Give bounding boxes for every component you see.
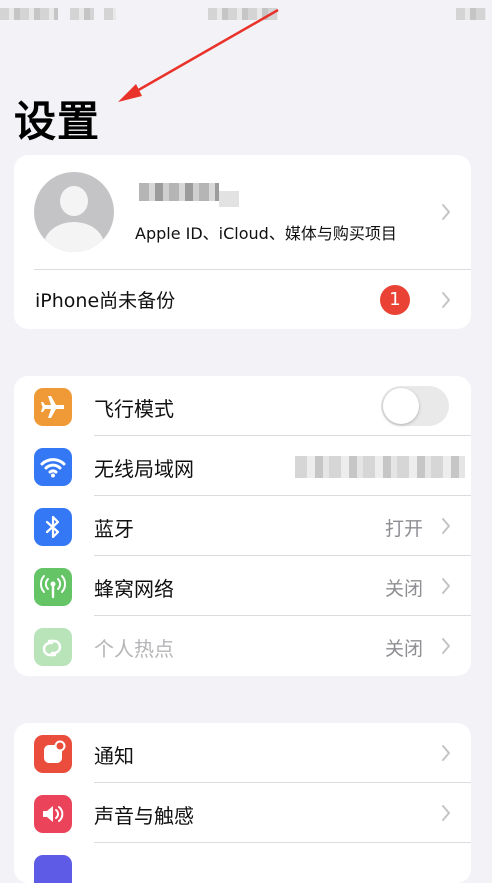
account-group: Apple ID、iCloud、媒体与购买项目 iPhone尚未备份 1 xyxy=(14,155,471,329)
focus-icon xyxy=(34,855,72,883)
airplane-icon xyxy=(34,388,72,426)
settings-row-label: 声音与触感 xyxy=(94,804,194,828)
backup-warning-row[interactable]: iPhone尚未备份 1 xyxy=(14,270,471,329)
avatar xyxy=(34,172,114,252)
chevron-right-icon xyxy=(442,805,450,821)
chevron-right-icon xyxy=(442,578,450,594)
settings-row-airplane-mode[interactable]: 飞行模式 xyxy=(14,376,471,436)
settings-row-sounds-haptics[interactable]: 声音与触感 xyxy=(14,783,471,843)
status-bar xyxy=(0,0,492,28)
settings-row-personal-hotspot[interactable]: 个人热点 关闭 xyxy=(14,616,471,676)
chevron-right-icon xyxy=(442,204,450,220)
cellular-icon xyxy=(34,568,72,606)
status-bar-blur xyxy=(104,8,116,20)
settings-row-label: 通知 xyxy=(94,744,134,768)
status-bar-time-blur xyxy=(0,8,58,20)
notifications-group: 通知 声音与触感 xyxy=(14,723,471,883)
settings-row-bluetooth[interactable]: 蓝牙 打开 xyxy=(14,496,471,556)
settings-row-label: 蜂窝网络 xyxy=(94,577,174,601)
notification-badge: 1 xyxy=(380,285,410,315)
notification-icon xyxy=(34,735,72,773)
settings-row-cellular[interactable]: 蜂窝网络 关闭 xyxy=(14,556,471,616)
chevron-right-icon xyxy=(442,638,450,654)
chevron-right-icon xyxy=(442,292,450,308)
settings-row-label: 蓝牙 xyxy=(94,517,134,541)
profile-name-blurred xyxy=(139,183,219,201)
sound-icon xyxy=(34,795,72,833)
wifi-network-name-blurred xyxy=(295,456,465,478)
settings-row-label: 无线局域网 xyxy=(94,457,194,481)
cellular-status: 关闭 xyxy=(384,578,423,600)
hotspot-icon xyxy=(34,628,72,666)
settings-row-notifications[interactable]: 通知 xyxy=(14,723,471,783)
hotspot-status: 关闭 xyxy=(384,638,423,660)
wifi-icon xyxy=(34,448,72,486)
status-bar-blur xyxy=(208,8,278,20)
settings-row-label: 个人热点 xyxy=(94,637,174,661)
settings-row-wifi[interactable]: 无线局域网 xyxy=(14,436,471,496)
toggle-knob xyxy=(383,388,419,424)
status-bar-battery-blur xyxy=(456,8,486,20)
chevron-right-icon xyxy=(442,745,450,761)
profile-name-blurred xyxy=(219,191,239,207)
status-bar-blur xyxy=(70,8,94,20)
bluetooth-status: 打开 xyxy=(384,518,423,540)
chevron-right-icon xyxy=(442,518,450,534)
bluetooth-icon xyxy=(34,508,72,546)
apple-id-subtitle: Apple ID、iCloud、媒体与购买项目 xyxy=(135,224,397,243)
page-title: 设置 xyxy=(14,97,101,146)
backup-label: iPhone尚未备份 xyxy=(35,290,176,312)
connectivity-group: 飞行模式 无线局域网 蓝牙 打开 蜂窝网络 关闭 个人热点 关闭 xyxy=(14,376,471,676)
settings-row-partial[interactable] xyxy=(14,843,471,883)
apple-id-row[interactable]: Apple ID、iCloud、媒体与购买项目 xyxy=(14,155,471,270)
airplane-mode-toggle[interactable] xyxy=(381,386,449,426)
settings-row-label: 飞行模式 xyxy=(94,397,174,421)
